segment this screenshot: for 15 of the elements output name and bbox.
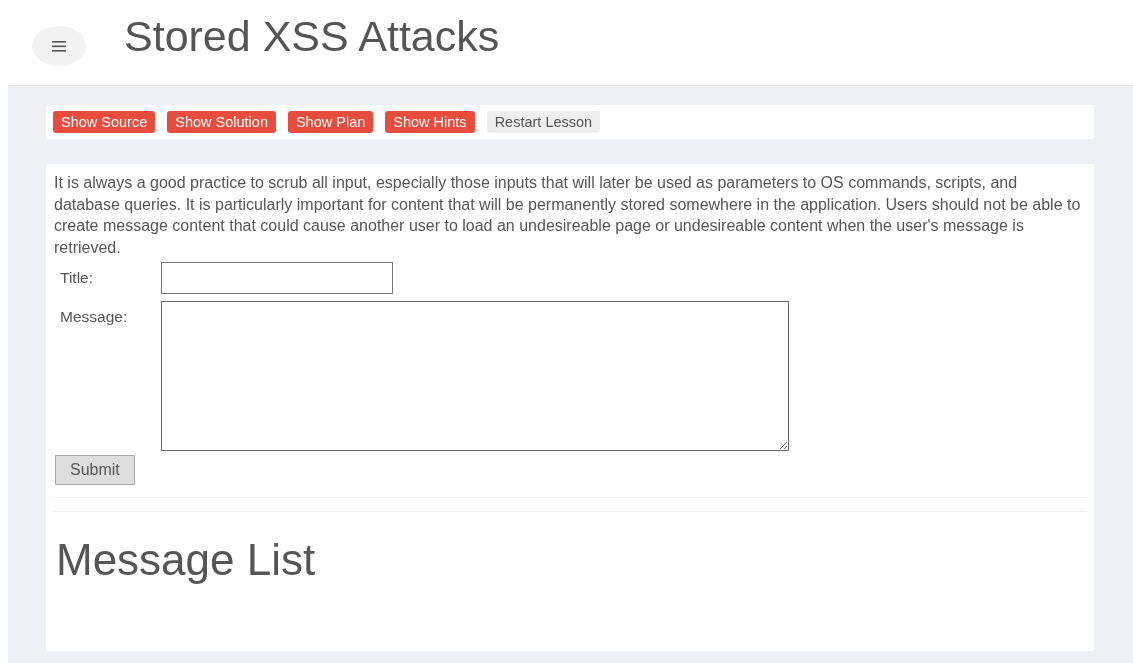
lesson-button[interactable]: Show Source xyxy=(53,111,156,133)
lesson-button[interactable]: Show Solution xyxy=(167,111,276,133)
lesson-button[interactable]: Show Plan xyxy=(287,111,374,133)
menu-button[interactable] xyxy=(32,26,86,66)
page-title: Stored XSS Attacks xyxy=(124,14,500,58)
title-field[interactable] xyxy=(161,262,393,294)
message-label: Message: xyxy=(60,307,129,327)
restart-button[interactable]: Restart Lesson xyxy=(486,111,601,133)
message-field[interactable] xyxy=(161,301,789,451)
menu-icon xyxy=(52,40,66,52)
message-list-heading: Message List xyxy=(56,534,317,586)
description-text: It is always a good practice to scrub all input, especially those inputs that will later be used as parameters to OS commands, scripts, and database queries. It is particularly important for content that will be permanently stored somewhere in the application. Users should not be able to create message content that could cause another user to load an undesireable page or undesireable content when the user's message is retrieved. xyxy=(54,173,1082,258)
title-label: Title: xyxy=(60,268,94,288)
submit-button[interactable]: Submit xyxy=(55,455,135,485)
lesson-button[interactable]: Show Hints xyxy=(385,111,475,133)
